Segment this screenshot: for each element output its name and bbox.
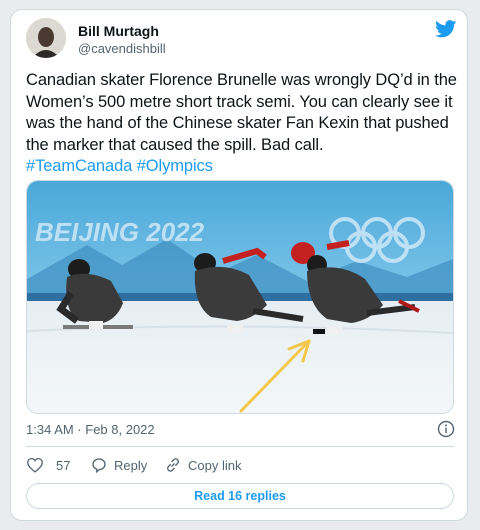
reply-button[interactable]: Reply (90, 455, 147, 475)
heart-icon (27, 457, 43, 473)
divider (26, 446, 454, 447)
read-replies-button[interactable]: Read 16 replies (26, 483, 454, 509)
twitter-bird-icon[interactable] (435, 20, 457, 38)
like-count: 57 (56, 457, 71, 473)
tweet-card[interactable]: Bill Murtagh @cavendishbill Canadian ska… (10, 9, 468, 521)
copy-link-label: Copy link (188, 457, 242, 473)
tweet-media-image[interactable]: BEIJING 2022 (26, 180, 454, 414)
like-button[interactable]: 57 (26, 455, 70, 475)
beijing-2022-signage: BEIJING 2022 (35, 217, 205, 247)
info-icon[interactable] (437, 420, 455, 438)
link-icon (167, 458, 179, 472)
reply-bubble-icon (92, 458, 106, 474)
tweet-body: Canadian skater Florence Brunelle was wr… (26, 71, 457, 154)
copy-link-button[interactable]: Copy link (164, 455, 241, 475)
avatar[interactable] (26, 18, 66, 58)
tweet-timestamp[interactable]: 1:34 AM · Feb 8, 2022 (26, 422, 155, 437)
author-handle[interactable]: @cavendishbill (78, 41, 166, 56)
hashtag-teamcanada[interactable]: #TeamCanada (26, 157, 132, 175)
reply-label: Reply (114, 457, 148, 473)
author-name[interactable]: Bill Murtagh (78, 23, 159, 39)
read-replies-label: Read 16 replies (194, 489, 286, 503)
hashtag-olympics[interactable]: #Olympics (137, 157, 213, 175)
tweet-text: Canadian skater Florence Brunelle was wr… (26, 70, 458, 178)
